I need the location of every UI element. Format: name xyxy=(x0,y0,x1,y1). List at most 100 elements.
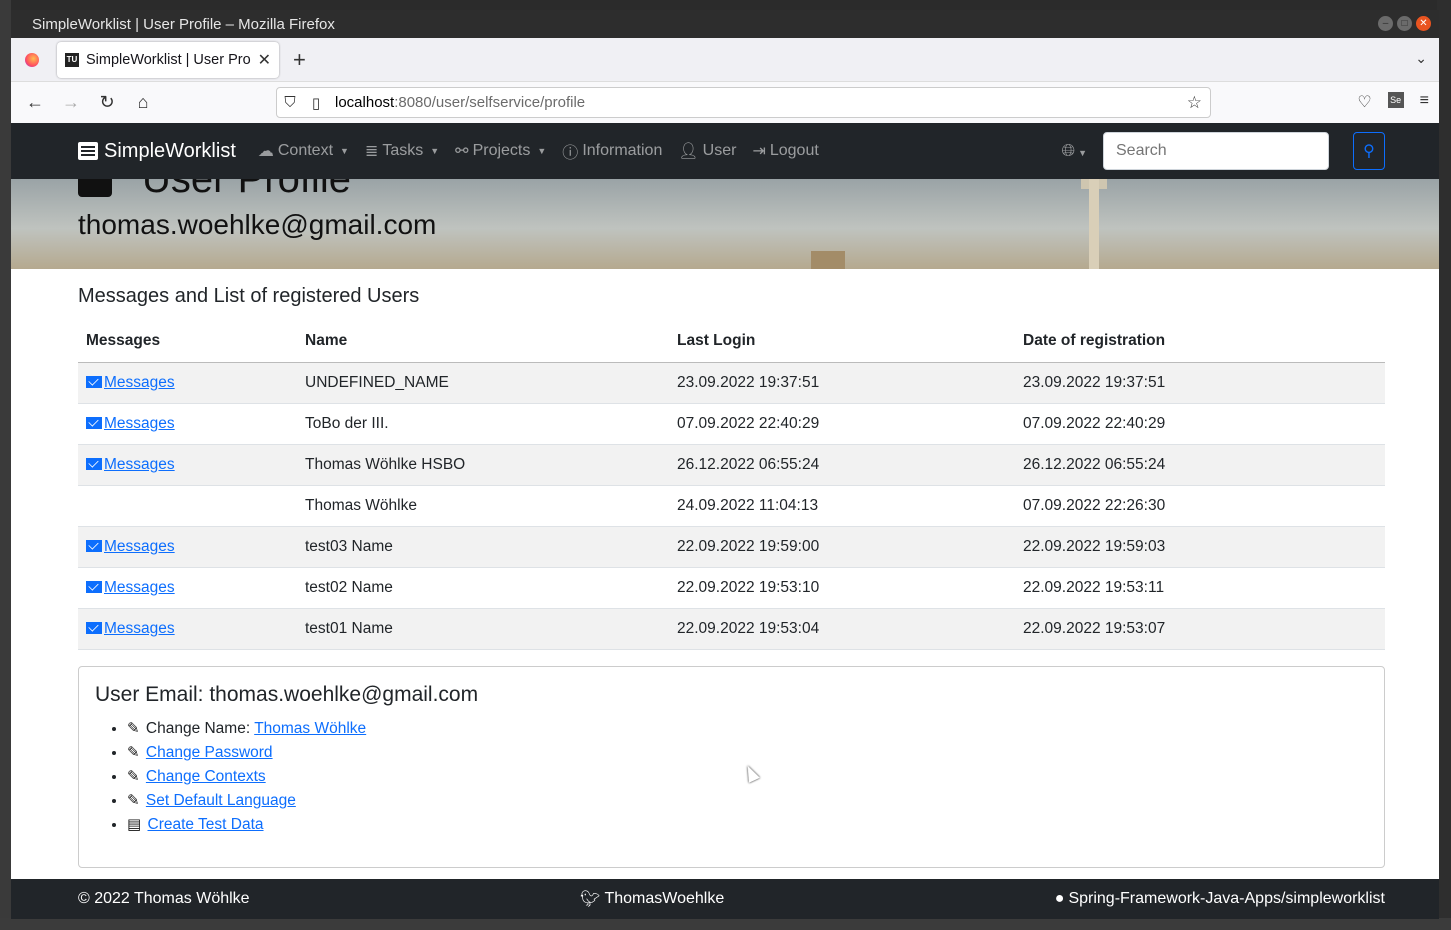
name-cell: test03 Name xyxy=(297,526,669,568)
reload-icon[interactable]: ↻ xyxy=(89,92,125,113)
window-titlebar: SimpleWorklist | User Profile – Mozilla … xyxy=(11,10,1439,38)
tab-active[interactable]: TU SimpleWorklist | User Pro ✕ xyxy=(57,41,279,78)
caret-down-icon: ▼ xyxy=(340,146,349,156)
table-row: Messages test02 Name 22.09.2022 19:53:10… xyxy=(78,567,1385,609)
minimize-button[interactable]: – xyxy=(1378,16,1393,31)
logout-icon: ⇥ xyxy=(752,143,766,160)
registration-cell: 07.09.2022 22:26:30 xyxy=(1015,485,1385,527)
registration-cell: 22.09.2022 19:59:03 xyxy=(1015,526,1385,568)
main-content: Messages and List of registered Users Me… xyxy=(11,285,1439,868)
language-globe-icon[interactable]: 🌐︎ ▼ xyxy=(1061,141,1087,161)
list-tabs-chevron-icon[interactable]: ⌄ xyxy=(1415,50,1427,67)
table-row: Messages test01 Name 22.09.2022 19:53:04… xyxy=(78,608,1385,650)
change-password-link[interactable]: Change Password xyxy=(146,744,273,761)
forward-arrow-icon[interactable]: → xyxy=(53,92,89,113)
change-name-link[interactable]: Thomas Wöhlke xyxy=(254,720,366,737)
app-navbar: SimpleWorklist ☁ Context ▼ ≣ Tasks ▼ ⚯ P… xyxy=(11,123,1439,179)
footer-github-label: Spring-Framework-Java-Apps/simpleworklis… xyxy=(1068,890,1385,907)
messages-link[interactable]: Messages xyxy=(86,374,175,391)
nav-information-link[interactable]: ⓘ Information xyxy=(562,139,662,163)
name-cell: test01 Name xyxy=(297,608,669,650)
brand-link[interactable]: SimpleWorklist xyxy=(78,140,236,163)
last-login-cell: 22.09.2022 19:53:04 xyxy=(669,608,1015,650)
edit-icon: ✎ xyxy=(127,743,140,761)
nav-information-label: Information xyxy=(582,142,663,159)
table-header-row: Messages Name Last Login Date of registr… xyxy=(78,320,1385,363)
firefox-view-icon[interactable] xyxy=(25,52,39,67)
messages-link[interactable]: Messages xyxy=(86,415,175,432)
home-icon[interactable]: ⌂ xyxy=(125,92,161,113)
browser-toolbar-right: ♡ Se ≡ xyxy=(1357,92,1429,112)
user-profile-icon xyxy=(78,179,112,197)
last-login-cell: 22.09.2022 19:53:10 xyxy=(669,567,1015,609)
nav-user-label: User xyxy=(702,142,737,159)
messages-cell: Messages xyxy=(78,403,297,445)
edit-icon: ✎ xyxy=(127,791,140,809)
messages-cell: Messages xyxy=(78,362,297,404)
selenium-extension-icon[interactable]: Se xyxy=(1387,92,1404,108)
tab-close-icon[interactable]: ✕ xyxy=(258,50,271,70)
nav-context-dropdown[interactable]: ☁ Context ▼ xyxy=(258,141,349,161)
registration-cell: 22.09.2022 19:53:11 xyxy=(1015,567,1385,609)
back-arrow-icon[interactable]: ← xyxy=(17,92,53,113)
list-icon xyxy=(78,142,98,160)
search-button[interactable]: ⚲ xyxy=(1353,132,1385,170)
caret-down-icon: ▼ xyxy=(537,146,547,156)
cloud-icon: ☁ xyxy=(257,143,274,160)
nav-tasks-label: Tasks xyxy=(382,142,424,159)
bookmark-star-icon[interactable]: ☆ xyxy=(1187,93,1202,113)
column-header: Messages xyxy=(78,320,297,363)
envelope-icon xyxy=(86,457,102,470)
nav-tasks-dropdown[interactable]: ≣ Tasks ▼ xyxy=(365,141,439,161)
maximize-button[interactable]: □ xyxy=(1397,16,1412,31)
browser-toolbar: ← → ↻ ⌂ ⛉ ▯ localhost :8080/user/selfser… xyxy=(11,82,1439,124)
messages-link[interactable]: Messages xyxy=(86,620,175,637)
messages-link[interactable]: Messages xyxy=(86,538,175,555)
url-bar[interactable]: ⛉ ▯ localhost :8080/user/selfservice/pro… xyxy=(276,87,1211,118)
user-email-title: User Email: thomas.woehlke@gmail.com xyxy=(95,682,479,706)
pocket-icon[interactable]: ♡ xyxy=(1357,92,1371,112)
footer-github-link[interactable]: ● Spring-Framework-Java-Apps/simpleworkl… xyxy=(1055,890,1385,908)
url-path: :8080/user/selfservice/profile xyxy=(394,94,586,111)
registration-cell: 26.12.2022 06:55:24 xyxy=(1015,444,1385,486)
close-window-button[interactable]: ✕ xyxy=(1416,16,1431,31)
nav-logout-link[interactable]: ⇥ Logout xyxy=(752,141,818,161)
desktop-background-right xyxy=(1437,0,1451,930)
messages-link-label: Messages xyxy=(104,414,175,432)
footer-twitter-link[interactable]: 🐦︎ ThomasWoehlke xyxy=(580,889,724,909)
page-info-icon[interactable]: ▯ xyxy=(303,94,329,112)
nav-projects-dropdown[interactable]: ⚯ Projects ▼ xyxy=(455,141,546,161)
messages-link-label: Messages xyxy=(104,578,175,596)
menu-hamburger-icon[interactable]: ≡ xyxy=(1420,92,1429,112)
envelope-icon xyxy=(86,621,102,634)
page-heading: User Profile xyxy=(78,179,351,202)
github-icon: ● xyxy=(1054,890,1065,907)
messages-link-label: Messages xyxy=(104,619,175,637)
list-item: ✎ Change Name: Thomas Wöhlke xyxy=(127,717,1368,741)
database-icon: ≣ xyxy=(364,143,379,160)
nav-logout-label: Logout xyxy=(769,142,819,159)
tab-favicon-icon: TU xyxy=(65,52,79,67)
messages-link[interactable]: Messages xyxy=(86,579,175,596)
building-shape xyxy=(811,251,845,269)
column-header: Last Login xyxy=(669,320,1015,363)
nav-user-link[interactable]: 👤︎ User xyxy=(678,141,736,161)
messages-link[interactable]: Messages xyxy=(86,456,175,473)
new-tab-icon[interactable]: + xyxy=(293,47,306,73)
firefox-window: SimpleWorklist | User Profile – Mozilla … xyxy=(11,10,1439,919)
page-footer: © 2022 Thomas Wöhlke 🐦︎ ThomasWoehlke ● … xyxy=(11,879,1439,919)
web-page: SimpleWorklist ☁ Context ▼ ≣ Tasks ▼ ⚯ P… xyxy=(11,123,1439,919)
create-test-data-link[interactable]: Create Test Data xyxy=(148,816,264,833)
envelope-icon xyxy=(86,580,102,593)
column-header: Date of registration xyxy=(1015,320,1385,363)
table-row: Messages Thomas Wöhlke HSBO 26.12.2022 0… xyxy=(78,444,1385,486)
brand-label: SimpleWorklist xyxy=(104,139,236,162)
tab-title: SimpleWorklist | User Pro xyxy=(86,51,251,68)
search-input[interactable] xyxy=(1103,132,1329,170)
tab-strip: TU SimpleWorklist | User Pro ✕ + ⌄ xyxy=(11,38,1439,82)
change-contexts-link[interactable]: Change Contexts xyxy=(146,768,266,785)
shield-icon[interactable]: ⛉ xyxy=(277,94,303,111)
set-default-language-link[interactable]: Set Default Language xyxy=(146,792,296,809)
name-cell: test02 Name xyxy=(297,567,669,609)
messages-cell: Messages xyxy=(78,444,297,486)
